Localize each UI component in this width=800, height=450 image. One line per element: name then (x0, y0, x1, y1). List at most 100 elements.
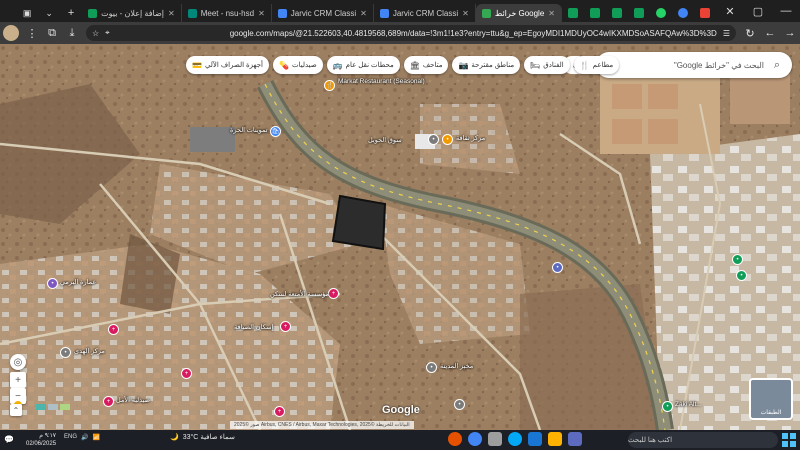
poi-label[interactable]: Zaki Alt... (675, 401, 702, 408)
poi-label[interactable]: صيدلية الأمل (116, 396, 150, 404)
chip-suggested-areas[interactable]: مناطق مقترحة 📷 (452, 56, 521, 74)
taskbar-search-input[interactable]: اكتب هنا للبحث (628, 432, 778, 448)
profile-avatar[interactable] (3, 25, 19, 41)
camera-icon: 📷 (458, 60, 469, 70)
tab-crm-1[interactable]: Jarvic CRM Classi ✕ (272, 4, 374, 22)
minimize-window-button[interactable]: — (772, 0, 800, 22)
tab-search-button[interactable]: ⌄ (38, 4, 60, 22)
close-window-button[interactable]: ✕ (716, 0, 744, 22)
forward-icon[interactable]: ← (760, 23, 780, 43)
menu-kebab-icon[interactable]: ⋮ (22, 23, 42, 43)
firefox-icon[interactable] (448, 432, 462, 446)
wifi-icon[interactable]: 📶 (93, 434, 100, 441)
poi-label[interactable]: مركز ثقافة (456, 134, 485, 142)
thumb-3[interactable] (60, 404, 70, 410)
chip-pharmacies[interactable]: صيدليات 💊 (273, 56, 323, 74)
maximize-window-button[interactable]: ▢ (744, 0, 772, 22)
reload-icon[interactable]: ↻ (740, 23, 760, 43)
tab-google-maps[interactable]: خرائط Google ✕ (475, 4, 562, 22)
layers-button[interactable]: الطبقات (749, 378, 793, 420)
poi-label[interactable]: Markat Restaurant (Seasonal) (338, 78, 425, 85)
health-pin[interactable]: + (280, 321, 291, 332)
chip-museums[interactable]: متاحف 🏛 (403, 56, 449, 74)
notification-icon[interactable]: 💬 (4, 435, 14, 444)
poi-label[interactable]: مخبز المدينة (440, 362, 473, 370)
pharmacy-pin-3[interactable]: + (181, 368, 192, 379)
close-tab-icon[interactable]: ✕ (258, 9, 265, 18)
chrome-icon[interactable] (468, 432, 482, 446)
pinned-tab-whatsapp[interactable] (650, 4, 672, 22)
address-bar[interactable]: ☆ ⌖ google.com/maps/@21.522603,40.481956… (86, 25, 736, 41)
poi-label[interactable]: مؤسسة الأمتعة لسكن (270, 290, 329, 298)
weather-widget[interactable]: 🌙 33°C سماء صافية (170, 433, 235, 441)
system-tray[interactable]: ENG 🔊 📶 (64, 434, 100, 441)
back-icon[interactable]: → (780, 23, 800, 43)
close-tab-icon[interactable]: ✕ (168, 9, 175, 18)
poi-label[interactable]: مركز الهدى (74, 347, 105, 355)
pinned-tab-sheets-2[interactable] (606, 4, 628, 22)
chip-hotels[interactable]: الفنادق 🛏 (524, 56, 570, 74)
orange-pin[interactable]: • (442, 134, 453, 145)
extensions-icon[interactable]: ⧉ (42, 23, 62, 43)
pharmacy-pin-2[interactable]: + (108, 324, 119, 335)
thumb-2[interactable] (48, 404, 58, 410)
thumb-1[interactable] (36, 404, 46, 410)
chip-atms[interactable]: أجهزة الصراف الآلي 💳 (186, 56, 270, 74)
tab-list-button[interactable]: ▣ (16, 4, 38, 22)
close-tab-icon[interactable]: ✕ (462, 9, 469, 18)
tab-crm-2[interactable]: Jarvic CRM Classi ✕ (374, 4, 476, 22)
gray-pin[interactable]: • (428, 134, 439, 145)
poi-label[interactable]: تموينات الحرة (230, 126, 268, 134)
site-info-icon[interactable]: ☰ (723, 29, 730, 38)
category-chips: مطاعم 🍴 الفنادق 🛏 مناطق مقترحة 📷 متاحف 🏛 محط… (186, 56, 620, 74)
pinned-tab-sheets-1[interactable] (628, 4, 650, 22)
poi-label[interactable]: سوق الحويل (368, 136, 402, 144)
purple-pin[interactable]: • (47, 278, 58, 289)
file-explorer-icon[interactable] (488, 432, 502, 446)
tab-add-listing[interactable]: إضافة إعلان - بيوت ✕ (82, 4, 182, 22)
zoom-in-button[interactable]: + (10, 372, 26, 388)
transit-pin[interactable]: • (552, 262, 563, 273)
gray-pin-2[interactable]: • (60, 347, 71, 358)
pinned-tab-sheets-3[interactable] (584, 4, 606, 22)
pharmacy-pin-4[interactable]: + (103, 396, 114, 407)
poi-label[interactable]: عمارة البرمي (60, 278, 96, 286)
bookmark-star-icon[interactable]: ☆ (92, 29, 99, 38)
search-input[interactable]: البحث في "خرائط Google" (620, 61, 768, 70)
volume-icon[interactable]: 🔊 (81, 434, 88, 441)
gray-pin-4[interactable]: • (454, 399, 465, 410)
maps-search-box[interactable]: ☰ البحث في "خرائط Google" ⌕ (596, 52, 792, 78)
chip-restaurants[interactable]: مطاعم 🍴 (573, 56, 620, 74)
new-tab-button[interactable]: + (60, 4, 82, 22)
outlook-icon[interactable] (528, 432, 542, 446)
chip-transit[interactable]: محطات نقل عام 🚌 (326, 56, 400, 74)
green-pin-3[interactable]: • (736, 270, 747, 281)
close-tab-icon[interactable]: ✕ (548, 9, 555, 18)
green-pin[interactable]: • (662, 401, 673, 412)
pinned-tab-chrome[interactable] (672, 4, 694, 22)
pinned-tab-sheets-4[interactable] (562, 4, 584, 22)
download-icon[interactable]: ⤓ (62, 23, 82, 43)
search-icon[interactable]: ⌕ (768, 59, 786, 72)
pharmacy-pin-5[interactable]: + (274, 406, 285, 417)
shop-pin[interactable]: 🛍 (270, 126, 281, 137)
green-pin-2[interactable]: • (732, 254, 743, 265)
expand-up-icon[interactable]: ⌃ (10, 404, 22, 416)
gray-pin-3[interactable]: • (426, 362, 437, 373)
satellite-map[interactable]: ☰ البحث في "خرائط Google" ⌕ ٤ مطاعم🍴 الف… (0, 44, 800, 430)
windows-start-icon[interactable] (782, 433, 796, 447)
maps-icon (481, 8, 491, 18)
close-tab-icon[interactable]: ✕ (360, 9, 367, 18)
store-icon[interactable] (568, 432, 582, 446)
pharmacy-pin[interactable]: + (328, 288, 339, 299)
folder-icon[interactable] (548, 432, 562, 446)
edge-icon[interactable] (508, 432, 522, 446)
poi-label[interactable]: إسكان الضيافة (234, 323, 273, 331)
imagery-thumbnails[interactable] (36, 404, 70, 410)
restaurant-pin[interactable]: 🍴 (324, 80, 335, 91)
my-location-button[interactable]: ◎ (10, 354, 26, 370)
tab-meet[interactable]: Meet - nsu-hsd ✕ (182, 4, 272, 22)
pinned-tab-gmail[interactable] (694, 4, 716, 22)
taskbar-clock[interactable]: ٩:١٧ م 02/06/2025 (26, 432, 56, 448)
language-indicator[interactable]: ENG (64, 434, 77, 441)
